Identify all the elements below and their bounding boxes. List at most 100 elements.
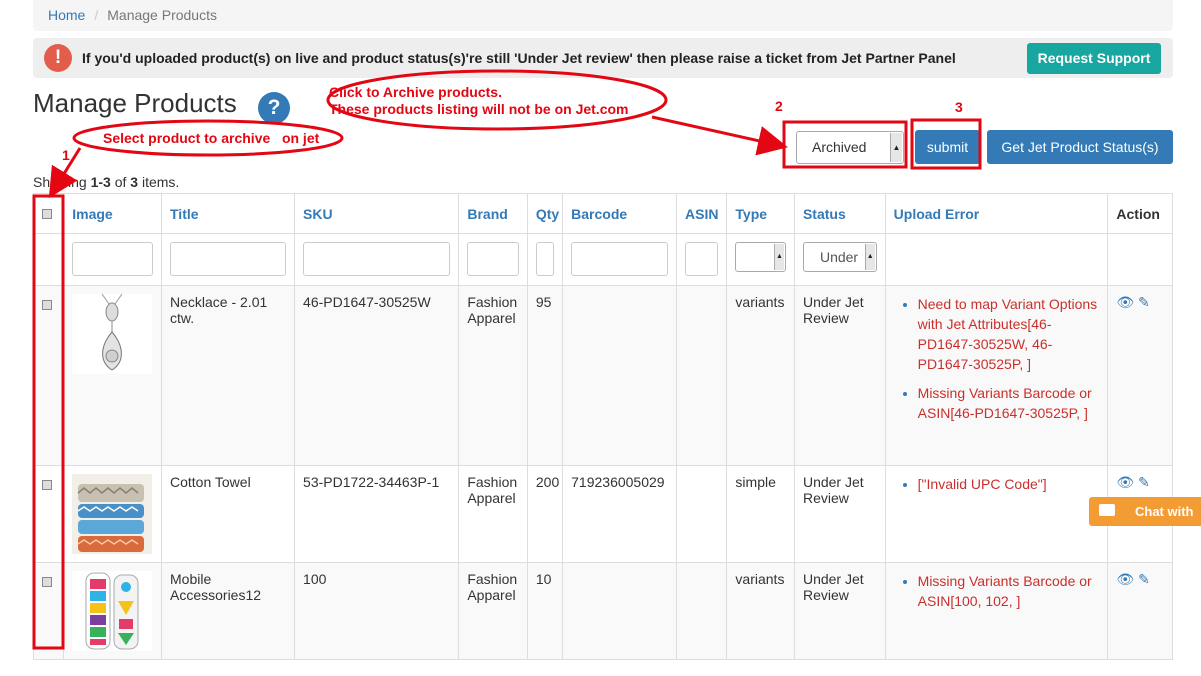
summary-suffix: items.: [138, 174, 180, 190]
action-cell: 👁 ✎: [1107, 562, 1173, 660]
error-item: Missing Variants Barcode or ASIN[46-PD16…: [918, 383, 1100, 423]
header-qty[interactable]: Qty: [526, 193, 564, 234]
row-select-cell: [32, 285, 65, 466]
eye-icon[interactable]: 👁: [1116, 294, 1134, 310]
exclamation-icon: !: [44, 44, 72, 72]
step2-label: 2: [775, 98, 783, 114]
status-filter-select[interactable]: Under Jet Review ▲: [802, 242, 877, 272]
bulk-status-value: Archived: [812, 139, 867, 155]
type-cell: variants: [726, 285, 795, 466]
filter-cell-asin: [676, 233, 728, 286]
products-table: Image Title SKU Brand Qty Barcode ASIN T…: [32, 193, 1173, 660]
chat-widget-tab[interactable]: Chat with: [1089, 497, 1201, 526]
pencil-icon[interactable]: ✎: [1138, 571, 1150, 587]
header-brand[interactable]: Brand: [458, 193, 528, 234]
filter-cell-sku: [294, 233, 460, 286]
header-asin[interactable]: ASIN: [676, 193, 728, 234]
phone-case-thumbnail: [72, 571, 153, 651]
error-item: Missing Variants Barcode or ASIN[100, 10…: [918, 571, 1100, 611]
get-jet-product-status-button[interactable]: Get Jet Product Status(s): [987, 130, 1173, 164]
row-checkbox[interactable]: [42, 480, 52, 490]
type-filter-select[interactable]: ▲: [735, 242, 786, 272]
error-list: Missing Variants Barcode or ASIN[100, 10…: [894, 571, 1100, 611]
filter-cell-status: Under Jet Review ▲: [793, 233, 886, 286]
upload-error-cell: ["Invalid UPC Code"]: [884, 465, 1109, 563]
chevron-down-icon: ▲: [890, 133, 902, 162]
asin-filter-input[interactable]: [685, 242, 719, 276]
header-type[interactable]: Type: [726, 193, 795, 234]
header-status[interactable]: Status: [793, 193, 886, 234]
pencil-icon[interactable]: ✎: [1138, 474, 1150, 490]
title-cell: Cotton Towel: [160, 465, 296, 563]
eye-icon[interactable]: 👁: [1116, 474, 1134, 490]
select-all-checkbox[interactable]: [42, 208, 52, 219]
eye-icon[interactable]: 👁: [1116, 571, 1134, 587]
header-brand-link[interactable]: Brand: [467, 206, 507, 222]
bulk-status-select[interactable]: Archived ▲: [796, 131, 904, 164]
towel-thumbnail: [72, 474, 153, 554]
submit-button[interactable]: submit: [915, 130, 980, 164]
asin-cell: [676, 465, 728, 563]
brand-filter-input[interactable]: [467, 242, 519, 276]
header-type-link[interactable]: Type: [735, 206, 767, 222]
header-sku-link[interactable]: SKU: [303, 206, 333, 222]
brand-cell: Fashion Apparel: [458, 562, 528, 660]
barcode-cell: [562, 562, 678, 660]
title-filter-input[interactable]: [170, 242, 287, 276]
header-title-link[interactable]: Title: [170, 206, 199, 222]
error-list: Need to map Variant Options with Jet Att…: [894, 294, 1100, 423]
image-cell: [63, 562, 162, 660]
header-image[interactable]: Image: [63, 193, 162, 234]
summary-text: Showing 1-3 of 3 items.: [33, 174, 179, 190]
table-row: Necklace - 2.01 ctw. 46-PD1647-30525W Fa…: [32, 285, 1173, 466]
select-all-header: [32, 193, 65, 234]
image-cell: [63, 285, 162, 466]
error-item: ["Invalid UPC Code"]: [918, 474, 1100, 494]
step1-label: 1: [62, 147, 70, 163]
filter-cell-image: [63, 233, 162, 286]
pencil-icon[interactable]: ✎: [1138, 294, 1150, 310]
breadcrumb-current: Manage Products: [107, 7, 217, 23]
header-status-link[interactable]: Status: [803, 206, 846, 222]
status-cell: Under Jet Review: [793, 465, 886, 563]
header-upload-error[interactable]: Upload Error: [884, 193, 1109, 234]
barcode-filter-input[interactable]: [571, 242, 669, 276]
row-checkbox[interactable]: [42, 577, 52, 587]
header-image-link[interactable]: Image: [72, 206, 112, 222]
breadcrumb-home-link[interactable]: Home: [48, 7, 85, 23]
header-barcode-link[interactable]: Barcode: [571, 206, 627, 222]
image-cell: [63, 465, 162, 563]
filter-cell-brand: [458, 233, 528, 286]
qty-cell: 200: [526, 465, 564, 563]
table-header-row: Image Title SKU Brand Qty Barcode ASIN T…: [32, 193, 1173, 234]
breadcrumb: Home / Manage Products: [33, 0, 1173, 31]
archive-hint-line1: Click to Archive products.: [329, 84, 502, 100]
header-qty-link[interactable]: Qty: [536, 206, 559, 222]
barcode-cell: 719236005029: [562, 465, 678, 563]
qty-cell: 95: [526, 285, 564, 466]
archive-hint-ellipse: [326, 69, 668, 131]
sku-filter-input[interactable]: [303, 242, 451, 276]
filter-cell-barcode: [562, 233, 678, 286]
asin-cell: [676, 562, 728, 660]
filter-cell-empty: [32, 233, 65, 286]
header-upload-error-link[interactable]: Upload Error: [894, 206, 980, 222]
header-sku[interactable]: SKU: [294, 193, 460, 234]
upload-error-cell: Need to map Variant Options with Jet Att…: [884, 285, 1109, 466]
type-cell: simple: [726, 465, 795, 563]
header-asin-link[interactable]: ASIN: [685, 206, 718, 222]
brand-cell: Fashion Apparel: [458, 285, 528, 466]
header-title[interactable]: Title: [160, 193, 296, 234]
status-cell: Under Jet Review: [793, 285, 886, 466]
table-row: Mobile Accessories12 100 Fashion Apparel…: [32, 562, 1173, 660]
request-support-button[interactable]: Request Support: [1027, 43, 1161, 74]
row-checkbox[interactable]: [42, 300, 52, 310]
image-filter-input[interactable]: [72, 242, 153, 276]
qty-filter-input[interactable]: [535, 242, 555, 276]
help-icon[interactable]: ?: [258, 92, 290, 124]
filter-cell-title: [160, 233, 296, 286]
header-barcode[interactable]: Barcode: [562, 193, 678, 234]
action-cell: 👁 ✎: [1107, 285, 1173, 466]
barcode-cell: [562, 285, 678, 466]
chevron-down-icon: ▲: [864, 244, 875, 270]
